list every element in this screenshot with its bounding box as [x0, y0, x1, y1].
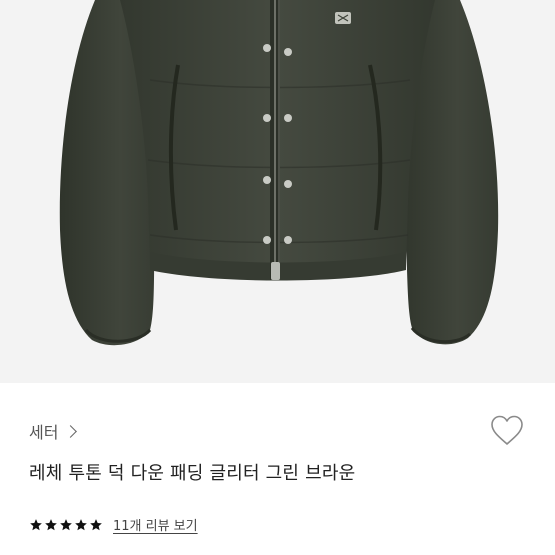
product-detail-page: 세터 레체 투톤 덕 다운 패딩 글리터 그린 브라운 11개 리뷰 보기	[0, 0, 555, 555]
wishlist-button[interactable]	[489, 413, 525, 449]
product-title: 레체 투톤 덕 다운 패딩 글리터 그린 브라운	[29, 463, 356, 484]
rating-row: 11개 리뷰 보기	[29, 515, 198, 534]
category-label: 세터	[29, 423, 59, 442]
product-image[interactable]	[0, 0, 555, 383]
star-icon	[60, 518, 72, 530]
review-link[interactable]: 11개 리뷰 보기	[113, 515, 198, 534]
product-info: 세터 레체 투톤 덕 다운 패딩 글리터 그린 브라운 11개 리뷰 보기	[0, 383, 555, 555]
star-icon	[45, 518, 57, 530]
category-breadcrumb[interactable]: 세터	[29, 419, 78, 443]
star-icon	[90, 518, 102, 530]
chevron-right-icon	[64, 425, 78, 438]
jacket-illustration	[0, 0, 555, 383]
rating-stars	[29, 518, 103, 532]
heart-icon	[491, 415, 523, 445]
star-icon	[75, 518, 87, 530]
star-icon	[30, 518, 42, 530]
